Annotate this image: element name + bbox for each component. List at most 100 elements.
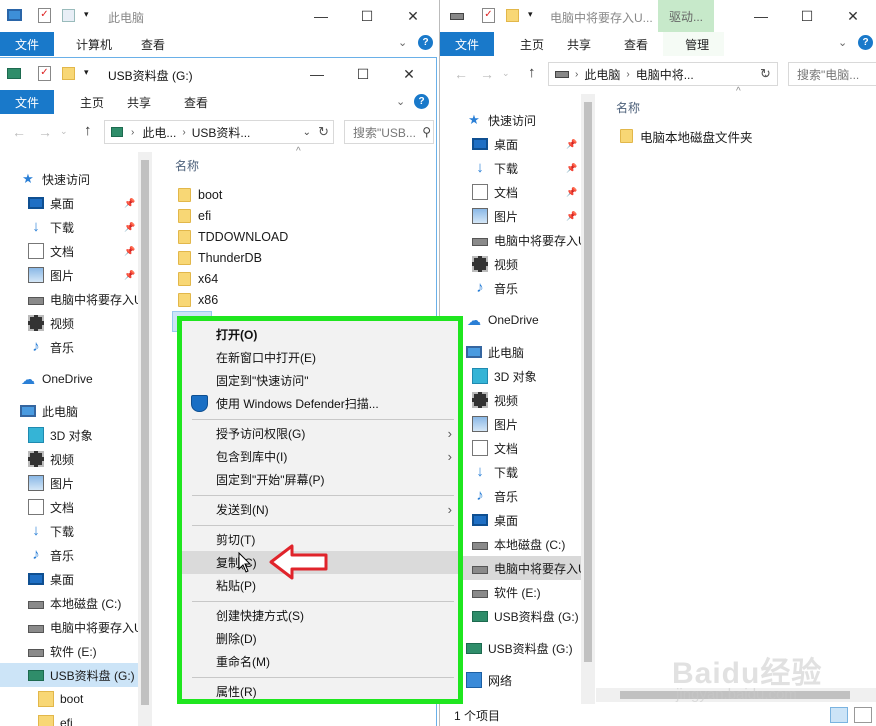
nav-onedrive[interactable]: ☁ OneDrive	[20, 368, 93, 390]
menu-open-new-window[interactable]: 在新窗口中打开(E)	[182, 346, 458, 369]
menu-create-shortcut[interactable]: 创建快捷方式(S)	[182, 604, 458, 627]
nav-drive-d[interactable]: 电脑中将要存入U	[472, 229, 587, 251]
nav-drive-d[interactable]: 电脑中将要存入U	[28, 288, 143, 310]
nav-videos-pc[interactable]: 视频	[28, 448, 74, 470]
close-button[interactable]: ✕	[390, 0, 436, 32]
address-bar[interactable]: › 此电脑 › 电脑中将... ⌄	[548, 62, 778, 86]
menu-rename[interactable]: 重命名(M)	[182, 650, 458, 673]
column-header-name[interactable]: 名称	[616, 99, 640, 116]
menu-defender-scan[interactable]: 使用 Windows Defender扫描...	[182, 392, 458, 415]
close-button[interactable]: ✕	[386, 58, 432, 90]
nav-pictures[interactable]: 图片	[28, 264, 74, 286]
ribbon-expand-icon[interactable]: ⌄	[838, 36, 847, 49]
file-item-x64[interactable]: x64	[178, 269, 218, 289]
column-header-name[interactable]: 名称	[175, 157, 199, 174]
properties-icon[interactable]: ✓	[38, 66, 51, 81]
file-item-efi[interactable]: efi	[178, 206, 211, 226]
tab-file[interactable]: 文件	[0, 32, 55, 56]
up-arrow-icon[interactable]: ↑	[528, 64, 536, 81]
nav-drive-c[interactable]: 本地磁盘 (C:)	[472, 533, 565, 555]
scroll-thumb[interactable]	[584, 102, 592, 662]
file-item-tddownload[interactable]: TDDOWNLOAD	[178, 227, 288, 247]
breadcrumb-this-pc[interactable]: 此电...	[142, 124, 176, 141]
tab-share[interactable]: 共享	[119, 90, 166, 114]
tab-view[interactable]: 查看	[166, 90, 223, 114]
menu-pin-quick-access[interactable]: 固定到"快速访问"	[182, 369, 458, 392]
refresh-icon[interactable]: ↻	[318, 124, 329, 140]
nav-downloads-pc[interactable]: ↓ 下载	[472, 461, 518, 483]
recent-dropdown-icon[interactable]: ⌄	[502, 68, 510, 79]
maximize-button[interactable]: ☐	[784, 0, 830, 32]
tab-computer[interactable]: 计算机	[54, 32, 127, 56]
nav-pictures[interactable]: 图片	[472, 205, 518, 227]
nav-drive-e[interactable]: 软件 (E:)	[28, 640, 97, 662]
maximize-button[interactable]: ☐	[340, 58, 386, 90]
breadcrumb-folder[interactable]: 电脑中将...	[636, 66, 694, 83]
up-arrow-icon[interactable]: ↑	[84, 122, 92, 139]
recent-dropdown-icon[interactable]: ⌄	[60, 126, 68, 137]
forward-arrow-icon[interactable]: →	[480, 66, 494, 82]
back-arrow-icon[interactable]: ←	[454, 66, 468, 82]
nav-quick-access[interactable]: ★ 快速访问	[466, 109, 536, 131]
qat-dropdown-icon[interactable]: ▾	[528, 9, 533, 20]
menu-send-to[interactable]: 发送到(N) ›	[182, 498, 458, 521]
nav-videos[interactable]: 视频	[28, 312, 74, 334]
nav-drive-g[interactable]: USB资料盘 (G:)	[0, 663, 152, 687]
nav-quick-access[interactable]: ★ 快速访问	[20, 168, 90, 190]
nav-music-pc[interactable]: ♪ 音乐	[28, 544, 74, 566]
details-view-icon[interactable]	[830, 707, 848, 723]
nav-this-pc[interactable]: 此电脑	[20, 400, 78, 422]
nav-videos-pc[interactable]: 视频	[472, 389, 518, 411]
nav-usb-child-boot[interactable]: boot	[38, 688, 83, 710]
nav-downloads[interactable]: ↓ 下载	[28, 216, 74, 238]
maximize-button[interactable]: ☐	[344, 0, 390, 32]
help-icon[interactable]: ?	[858, 35, 873, 50]
nav-music[interactable]: ♪ 音乐	[472, 277, 518, 299]
nav-onedrive[interactable]: ☁ OneDrive	[466, 309, 539, 331]
nav-usb-child-efi[interactable]: efi	[38, 712, 73, 726]
nav-drive-d-pc[interactable]: 电脑中将要存入U	[28, 616, 143, 638]
nav-documents-pc[interactable]: 文档	[28, 496, 74, 518]
refresh-icon[interactable]: ↻	[760, 66, 771, 82]
qat-dropdown-icon[interactable]: ▾	[84, 67, 89, 78]
new-folder-icon[interactable]	[62, 67, 75, 80]
large-icons-view-icon[interactable]	[854, 707, 872, 723]
address-bar[interactable]: › 此电... › USB资料... ⌄ ↻	[104, 120, 334, 144]
nav-this-pc[interactable]: 此电脑	[466, 341, 524, 363]
nav-music-pc[interactable]: ♪ 音乐	[472, 485, 518, 507]
file-item-thunderdb[interactable]: ThunderDB	[178, 248, 262, 268]
tab-home[interactable]: 主页	[54, 90, 119, 114]
new-folder-icon[interactable]	[506, 9, 519, 22]
help-icon[interactable]: ?	[418, 35, 433, 50]
minimize-button[interactable]: —	[294, 58, 340, 90]
close-button[interactable]: ✕	[830, 0, 876, 32]
nav-drive-c[interactable]: 本地磁盘 (C:)	[28, 592, 121, 614]
nav-scrollbar[interactable]	[581, 94, 595, 704]
file-item-x86[interactable]: x86	[178, 290, 218, 310]
menu-grant-access[interactable]: 授予访问权限(G) ›	[182, 422, 458, 445]
tab-view[interactable]: 查看	[127, 32, 180, 56]
nav-network[interactable]: 网络	[466, 669, 512, 691]
ribbon-expand-icon[interactable]: ⌄	[398, 36, 407, 49]
search-input[interactable]: 搜索"USB... ⚲	[344, 120, 434, 144]
tab-file[interactable]: 文件	[0, 90, 55, 114]
menu-open[interactable]: 打开(O)	[182, 323, 458, 346]
new-folder-icon[interactable]	[62, 9, 75, 22]
nav-desktop[interactable]: 桌面	[472, 133, 518, 155]
nav-drive-g[interactable]: USB资料盘 (G:)	[472, 605, 579, 627]
tab-home[interactable]: 主页	[494, 32, 559, 56]
nav-documents[interactable]: 文档	[472, 181, 518, 203]
breadcrumb-this-pc[interactable]: 此电脑	[584, 66, 620, 83]
drive-tools-tab[interactable]: 驱动...	[658, 0, 714, 32]
nav-downloads[interactable]: ↓ 下载	[472, 157, 518, 179]
breadcrumb-usb[interactable]: USB资料...	[192, 124, 251, 141]
nav-videos[interactable]: 视频	[472, 253, 518, 275]
tab-file[interactable]: 文件	[440, 32, 495, 56]
menu-pin-start[interactable]: 固定到"开始"屏幕(P)	[182, 468, 458, 491]
tab-manage[interactable]: 管理	[663, 32, 725, 56]
address-dropdown-icon[interactable]: ⌄	[303, 127, 311, 138]
nav-documents[interactable]: 文档	[28, 240, 74, 262]
search-input[interactable]: 搜索"电脑...	[788, 62, 876, 86]
tab-share[interactable]: 共享	[559, 32, 606, 56]
file-item[interactable]: 电脑本地磁盘文件夹	[620, 126, 753, 146]
